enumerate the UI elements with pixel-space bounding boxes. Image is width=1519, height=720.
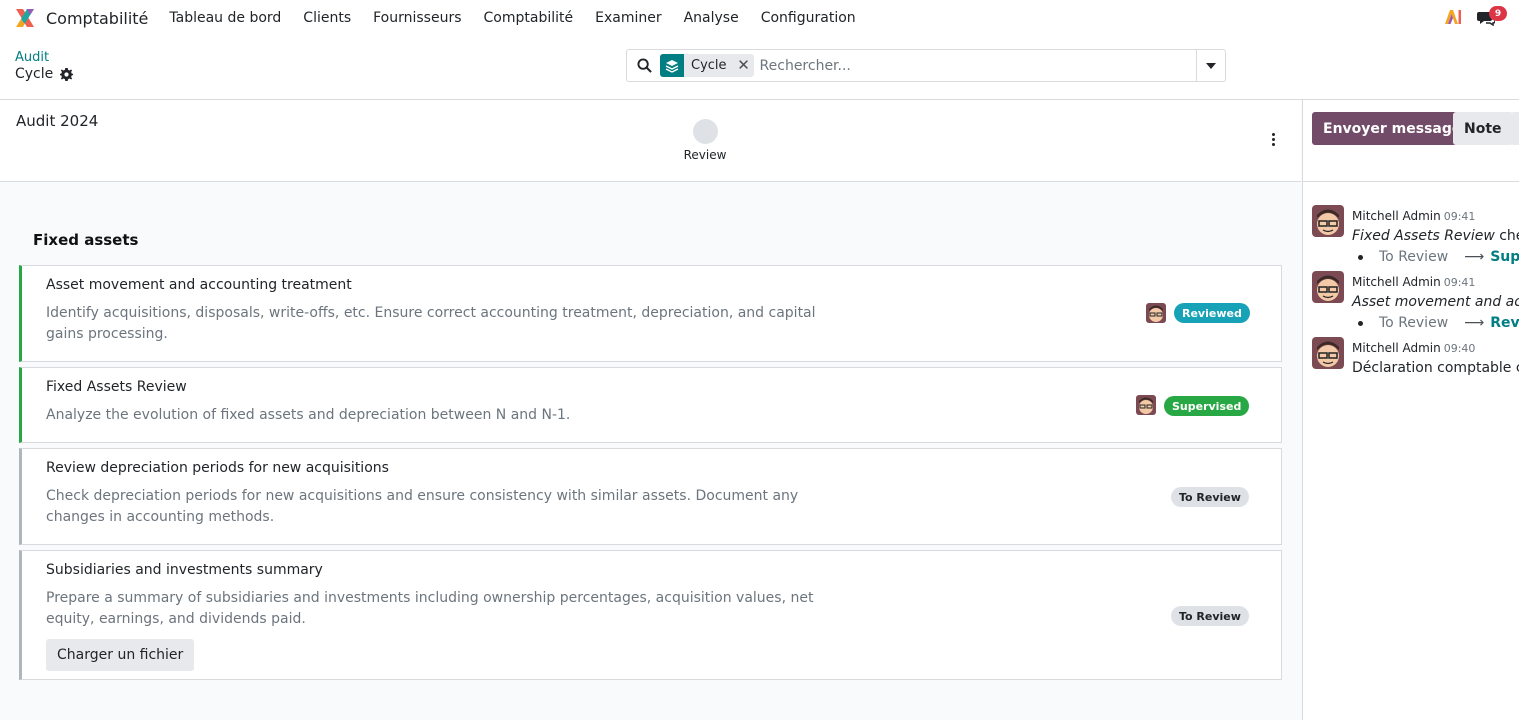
task-description: Analyze the evolution of fixed assets an…	[46, 407, 571, 423]
status-badge: Reviewed	[1174, 303, 1250, 323]
caret-down-icon	[1206, 62, 1216, 69]
chatter-panel: Envoyer message Note Mitchell Admin 09:41…	[1302, 100, 1519, 720]
search-icon[interactable]	[637, 58, 652, 73]
task-title: Review depreciation periods for new acqu…	[46, 460, 389, 476]
stage-dot	[692, 119, 718, 144]
messages-count-badge: 9	[1489, 6, 1507, 21]
task-title: Fixed Assets Review	[46, 379, 187, 395]
author-avatar[interactable]	[1312, 337, 1344, 369]
chatter-message: Mitchell Admin 09:41 Fixed Assets Review …	[1312, 205, 1519, 267]
message-author[interactable]: Mitchell Admin 09:40	[1352, 341, 1475, 355]
task-description: Check depreciation periods for new acqui…	[46, 488, 799, 525]
task-description: Prepare a summary of subsidiaries and in…	[46, 590, 814, 627]
tracking-new-value: Super	[1490, 249, 1519, 265]
status-badge: Supervised	[1164, 396, 1250, 416]
search-facet: Cycle ✕	[660, 54, 754, 77]
bullet-icon	[1358, 320, 1363, 326]
log-note-button[interactable]: Note	[1453, 112, 1513, 145]
breadcrumb-audit[interactable]: Audit	[15, 50, 49, 65]
message-subject: Asset movement and acco	[1352, 294, 1519, 310]
message-text: Déclaration comptable cré	[1352, 360, 1519, 376]
form-header: Audit 2024 Review	[0, 100, 1301, 182]
chatter-topbar: Envoyer message Note	[1303, 100, 1519, 182]
message-text: check	[1499, 228, 1519, 244]
task-card[interactable]: Asset movement and accounting treatment …	[19, 265, 1282, 362]
search-input[interactable]	[759, 51, 1180, 80]
message-author-name: Mitchell Admin	[1352, 275, 1441, 289]
section-title: Fixed assets	[33, 231, 139, 249]
menu-review[interactable]: Examiner	[595, 10, 661, 26]
stage-indicator[interactable]: Review	[684, 119, 726, 162]
breadcrumb-current: Cycle	[15, 66, 74, 82]
menu-accounting[interactable]: Comptabilité	[484, 10, 574, 26]
search-facet-label: Cycle	[691, 58, 727, 73]
message-author[interactable]: Mitchell Admin 09:41	[1352, 209, 1475, 223]
app-brand[interactable]: Comptabilité	[14, 7, 148, 29]
tracking-value: To Review ⟶ Revie	[1358, 315, 1519, 331]
task-title: Asset movement and accounting treatment	[46, 277, 352, 293]
status-badge: To Review	[1171, 487, 1249, 507]
message-body: Asset movement and acco	[1352, 294, 1519, 310]
task-card[interactable]: Fixed Assets Review Analyze the evolutio…	[19, 367, 1282, 443]
message-time: 09:40	[1443, 342, 1476, 355]
message-time: 09:41	[1443, 276, 1476, 289]
app-name: Comptabilité	[46, 8, 149, 28]
menu-customers[interactable]: Clients	[303, 10, 351, 26]
user-avatar	[1146, 303, 1166, 323]
user-avatar	[1136, 395, 1156, 415]
tracking-new-value: Revie	[1490, 315, 1519, 331]
search-bar: Cycle ✕	[626, 49, 1226, 82]
arrow-right-icon: ⟶	[1464, 249, 1485, 265]
accounting-app-icon	[16, 9, 34, 27]
message-author-name: Mitchell Admin	[1352, 209, 1441, 223]
breadcrumb-current-label: Cycle	[15, 66, 54, 82]
author-avatar[interactable]	[1312, 205, 1344, 237]
message-time: 09:41	[1443, 210, 1476, 223]
send-message-button[interactable]: Envoyer message	[1312, 112, 1473, 145]
more-actions-icon[interactable]	[1268, 133, 1278, 149]
search-options-toggle[interactable]	[1196, 50, 1225, 81]
message-subject: Fixed Assets Review	[1352, 228, 1495, 244]
message-body: Fixed Assets Review check	[1352, 228, 1519, 244]
record-title: Audit 2024	[16, 112, 99, 130]
layers-icon	[660, 54, 684, 77]
author-avatar[interactable]	[1312, 271, 1344, 303]
chatter-message: Mitchell Admin 09:41 Asset movement and a…	[1312, 271, 1519, 333]
top-navbar: Comptabilité Tableau de bord Clients Fou…	[0, 0, 1519, 36]
tracking-old-value: To Review	[1379, 249, 1449, 265]
upload-file-button[interactable]: Charger un fichier	[46, 639, 195, 671]
bullet-icon	[1358, 254, 1363, 260]
task-card[interactable]: Review depreciation periods for new acqu…	[19, 448, 1282, 545]
form-view: Audit 2024 Review Fixed assets Asset mov…	[0, 100, 1302, 720]
menu-reporting[interactable]: Analyse	[684, 10, 739, 26]
message-author[interactable]: Mitchell Admin 09:41	[1352, 275, 1475, 289]
message-body: Déclaration comptable cré	[1352, 360, 1519, 376]
arrow-right-icon: ⟶	[1464, 315, 1485, 331]
task-description: Identify acquisitions, disposals, write-…	[46, 305, 816, 342]
message-author-name: Mitchell Admin	[1352, 341, 1441, 355]
more-chatter-button[interactable]	[1511, 112, 1519, 145]
ai-icon[interactable]	[1444, 9, 1462, 25]
gear-icon[interactable]	[60, 67, 74, 81]
menu-dashboard[interactable]: Tableau de bord	[169, 10, 281, 26]
main-menu: Tableau de bord Clients Fournisseurs Com…	[169, 10, 877, 26]
status-badge: To Review	[1171, 606, 1249, 626]
tracking-old-value: To Review	[1379, 315, 1449, 331]
chatter-message: Mitchell Admin 09:40 Déclaration comptabl…	[1312, 337, 1519, 381]
menu-vendors[interactable]: Fournisseurs	[373, 10, 461, 26]
stage-label: Review	[683, 148, 727, 162]
task-card[interactable]: Subsidiaries and investments summary Pre…	[19, 550, 1282, 680]
task-title: Subsidiaries and investments summary	[46, 562, 323, 578]
tracking-value: To Review ⟶ Super	[1358, 249, 1519, 265]
menu-configuration[interactable]: Configuration	[761, 10, 856, 26]
facet-close-icon[interactable]: ✕	[734, 54, 754, 77]
